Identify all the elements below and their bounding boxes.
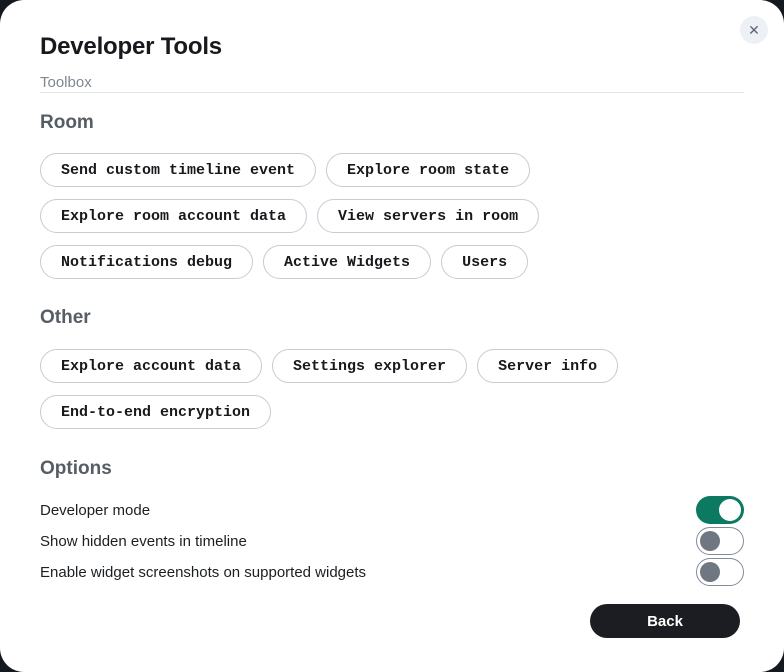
tool-button-users[interactable]: Users [441, 245, 528, 279]
options-toggle-list: Developer mode Show hidden events in time… [40, 496, 744, 586]
toggle-knob [719, 499, 741, 521]
tool-button-send-custom-timeline-event[interactable]: Send custom timeline event [40, 153, 316, 187]
toggle-row-show-hidden-events-in-timeline: Show hidden events in timeline [40, 527, 744, 555]
close-button[interactable]: ✕ [740, 16, 768, 44]
toggle-label: Developer mode [40, 502, 150, 519]
toggle-enable-widget-screenshots-on-supported-widgets[interactable] [696, 558, 744, 586]
section-options: Options Developer mode Show hidden events… [40, 458, 744, 586]
dialog-title: Developer Tools [40, 35, 744, 59]
tool-button-explore-room-state[interactable]: Explore room state [326, 153, 530, 187]
other-button-group: Explore account data Settings explorer Ser… [40, 349, 744, 429]
section-room: Room Send custom timeline event Explore r… [40, 112, 744, 279]
section-other: Other Explore account data Settings explo… [40, 307, 744, 429]
toggle-label: Enable widget screenshots on supported w… [40, 564, 366, 581]
tool-button-active-widgets[interactable]: Active Widgets [263, 245, 431, 279]
toggle-knob [700, 531, 720, 551]
toggle-row-developer-mode: Developer mode [40, 496, 744, 524]
toggle-show-hidden-events-in-timeline[interactable] [696, 527, 744, 555]
toggle-label: Show hidden events in timeline [40, 533, 247, 550]
toggle-developer-mode[interactable] [696, 496, 744, 524]
tool-button-end-to-end-encryption[interactable]: End-to-end encryption [40, 395, 271, 429]
section-heading-room: Room [40, 112, 744, 133]
back-button[interactable]: Back [590, 604, 740, 638]
tool-button-view-servers-in-room[interactable]: View servers in room [317, 199, 539, 233]
section-heading-options: Options [40, 458, 744, 479]
toolbox-label: Toolbox [40, 73, 744, 93]
room-button-group: Send custom timeline event Explore room s… [40, 153, 744, 279]
developer-tools-dialog: ✕ Developer Tools Toolbox Room Send cust… [0, 0, 784, 672]
tool-button-explore-room-account-data[interactable]: Explore room account data [40, 199, 307, 233]
tool-button-notifications-debug[interactable]: Notifications debug [40, 245, 253, 279]
toggle-row-enable-widget-screenshots-on-supported-widgets: Enable widget screenshots on supported w… [40, 558, 744, 586]
tool-button-explore-account-data[interactable]: Explore account data [40, 349, 262, 383]
tool-button-settings-explorer[interactable]: Settings explorer [272, 349, 467, 383]
tool-button-server-info[interactable]: Server info [477, 349, 618, 383]
close-icon: ✕ [748, 23, 760, 37]
toggle-knob [700, 562, 720, 582]
section-heading-other: Other [40, 307, 744, 328]
